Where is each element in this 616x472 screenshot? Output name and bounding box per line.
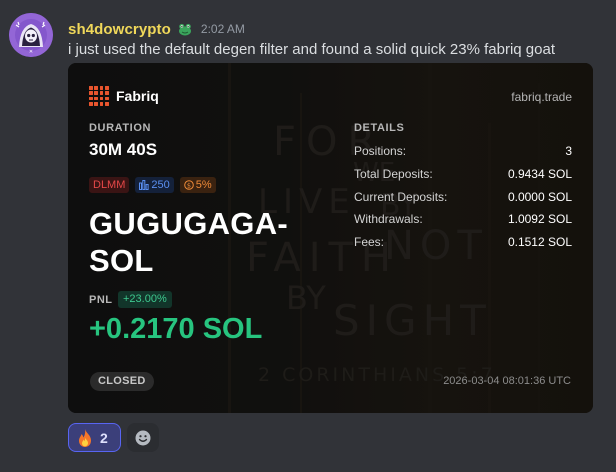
detail-key: Positions: [354, 144, 407, 158]
username[interactable]: sh4dowcrypto [68, 21, 171, 38]
detail-value: 0.1512 SOL [507, 235, 572, 249]
detail-key: Withdrawals: [354, 212, 423, 226]
detail-row-fees: Fees: 0.1512 SOL [354, 235, 572, 249]
detail-row-positions: Positions: 3 [354, 144, 572, 158]
add-reaction-icon [135, 430, 151, 445]
pair-line-2: SOL [89, 243, 154, 278]
pnl-value: +0.2170 SOL [89, 313, 263, 345]
chat-message: ✕ sh4dowcrypto 2:02 AM i just used the d… [0, 0, 616, 472]
reaction-fire-button[interactable]: 2 [68, 423, 121, 452]
fire-icon [79, 428, 91, 447]
tag-row: DLMM 250 $ 5% [89, 177, 216, 193]
frog-icon [177, 21, 193, 37]
detail-row-total-deposits: Total Deposits: 0.9434 SOL [354, 167, 572, 181]
fee-tag: $ 5% [179, 177, 216, 193]
detail-key: Total Deposits: [354, 167, 433, 181]
svg-text:$: $ [187, 182, 191, 190]
detail-value: 3 [565, 144, 572, 158]
detail-value: 1.0092 SOL [507, 212, 572, 226]
pnl-label: PNL [89, 294, 113, 306]
pair-line-1: GUGUGAGA- [89, 206, 289, 241]
closed-timestamp: 2026-03-04 08:01:36 UTC [443, 375, 571, 387]
site-link[interactable]: fabriq.trade [511, 90, 572, 104]
fee-value: 5% [195, 179, 212, 191]
avatar[interactable]: ✕ [9, 13, 53, 57]
duration-label: DURATION [89, 122, 152, 134]
brand: Fabriq [89, 86, 159, 106]
message-header: sh4dowcrypto 2:02 AM [68, 19, 245, 39]
duration-value: 30M 40S [89, 140, 158, 159]
reaction-count: 2 [100, 429, 108, 446]
svg-text:✕: ✕ [29, 49, 33, 55]
message-text: i just used the default degen filter and… [68, 41, 555, 58]
fabriq-logo-icon [89, 86, 109, 106]
detail-row-withdrawals: Withdrawals: 1.0092 SOL [354, 212, 572, 226]
status-badge: CLOSED [90, 372, 154, 391]
pool-type-tag: DLMM [89, 177, 130, 193]
reaction-bar: 2 [68, 423, 159, 452]
embed-card[interactable]: FOR WE LIVE BY FAITH NOT BY SIGHT 2 CORI… [68, 63, 593, 413]
detail-row-current-deposits: Current Deposits: 0.0000 SOL [354, 190, 572, 204]
detail-key: Current Deposits: [354, 190, 448, 204]
bins-count: 250 [151, 179, 170, 191]
bins-icon [139, 180, 149, 190]
timestamp: 2:02 AM [200, 22, 245, 36]
detail-value: 0.9434 SOL [507, 167, 572, 181]
details-label: DETAILS [354, 122, 405, 134]
brand-name: Fabriq [116, 88, 159, 104]
detail-key: Fees: [354, 235, 385, 249]
detail-value: 0.0000 SOL [507, 190, 572, 204]
bins-tag: 250 [135, 177, 174, 193]
pair-name: GUGUGAGA- SOL [89, 205, 288, 279]
coin-icon: $ [183, 180, 194, 190]
add-reaction-button[interactable] [127, 423, 159, 452]
pnl-percent-badge: +23.00% [118, 291, 172, 308]
